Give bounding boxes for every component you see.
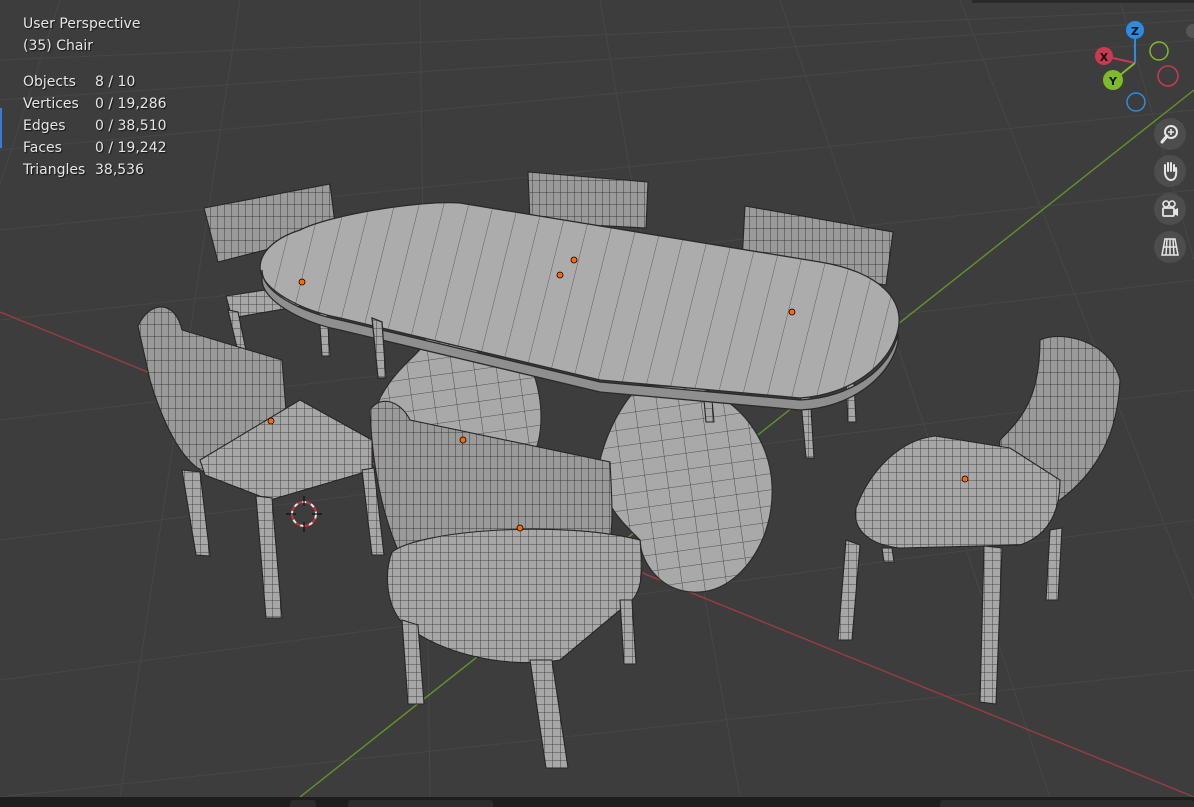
gizmo-neg-y-handle — [1149, 41, 1169, 61]
pan-button[interactable] — [1154, 155, 1186, 187]
bottom-tab[interactable] — [290, 800, 316, 807]
perspective-toggle-button[interactable] — [1154, 231, 1186, 263]
gizmo-neg-x-handle — [1157, 65, 1179, 87]
camera-icon — [1162, 200, 1178, 217]
zoom-icon — [1160, 125, 1178, 144]
camera-view-button[interactable] — [1154, 193, 1186, 225]
hand-icon — [1164, 162, 1178, 182]
header-edge — [972, 0, 1194, 3]
3d-viewport[interactable]: Z X Y User Perspective (35) Chair Object… — [0, 0, 1194, 797]
stat-row-faces: Faces 0 / 19,242 — [23, 137, 167, 159]
3d-cursor[interactable] — [286, 496, 322, 532]
stat-row-edges: Edges 0 / 38,510 — [23, 115, 167, 137]
grid-icon — [1161, 238, 1179, 256]
stat-value: 8 / 10 — [95, 74, 136, 90]
active-object: (35) Chair — [23, 38, 94, 54]
viewport-scene[interactable]: Z X Y — [0, 0, 1194, 797]
stat-label: Triangles — [23, 162, 86, 178]
stat-label: Faces — [23, 140, 62, 156]
stat-row-vertices: Vertices 0 / 19,286 — [23, 93, 167, 115]
chair-right — [837, 335, 1121, 705]
view-name: User Perspective — [23, 16, 141, 32]
sidebar-toggle-handle[interactable] — [1186, 24, 1194, 38]
stat-value: 38,536 — [95, 162, 144, 178]
stat-value: 0 / 19,242 — [95, 140, 167, 156]
stat-row-objects: Objects 8 / 10 — [23, 71, 167, 93]
gizmo-z-label: Z — [1131, 25, 1139, 38]
stat-label: Vertices — [23, 96, 79, 112]
region-edge-indicator — [0, 108, 2, 148]
stat-value: 0 / 19,286 — [95, 96, 167, 112]
stat-value: 0 / 38,510 — [95, 118, 167, 134]
stat-label: Edges — [23, 118, 66, 134]
stat-label: Objects — [23, 74, 76, 90]
bottom-tab[interactable] — [940, 800, 1194, 807]
chair-front-left — [137, 306, 385, 619]
gizmo-y-label: Y — [1108, 75, 1118, 88]
stat-row-triangles: Triangles 38,536 — [23, 159, 167, 181]
viewport-info: User Perspective (35) Chair — [23, 13, 140, 57]
navigation-gizmo[interactable]: Z X Y — [1095, 21, 1179, 112]
zoom-button[interactable] — [1154, 118, 1186, 150]
statistics-overlay: Objects 8 / 10 Vertices 0 / 19,286 Edges… — [23, 71, 167, 181]
bottom-tab[interactable] — [348, 800, 493, 807]
gizmo-x-label: X — [1100, 51, 1109, 64]
gizmo-neg-z-handle — [1126, 92, 1146, 112]
